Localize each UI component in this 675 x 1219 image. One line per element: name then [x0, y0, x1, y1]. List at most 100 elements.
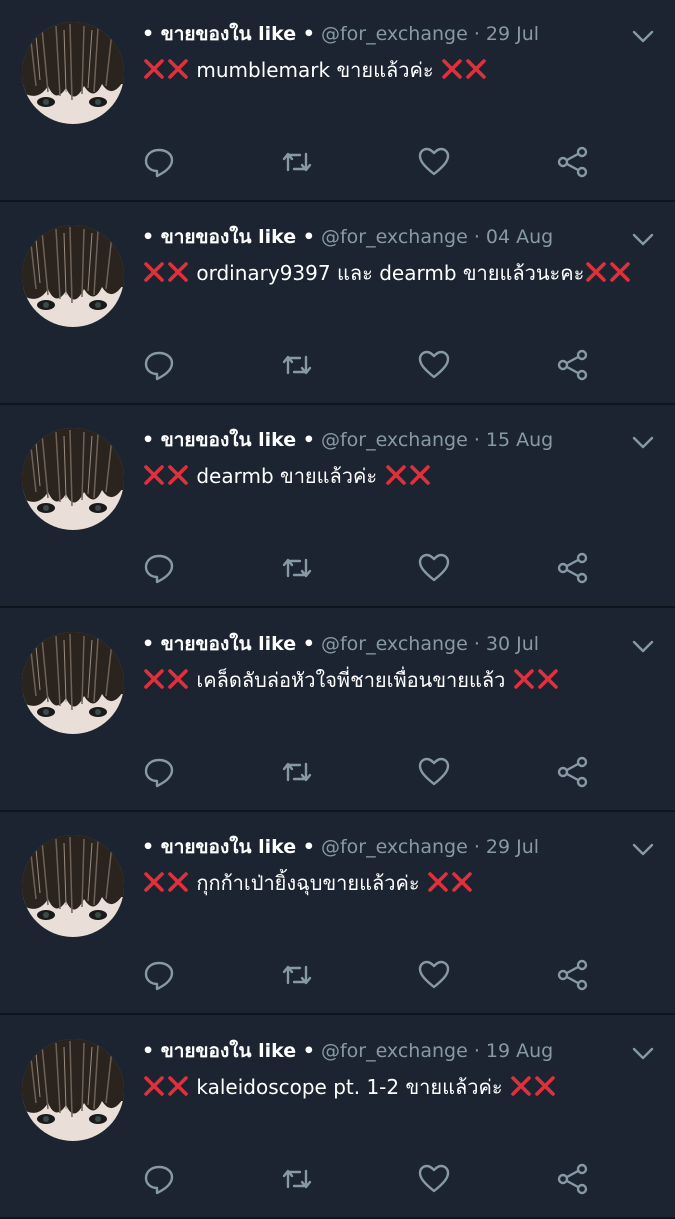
tweet-4[interactable]: • ขายของใน like • @for_exchange · 30 Jul… [0, 610, 675, 812]
red-x-icon [144, 872, 164, 892]
red-x-icons-trailing [426, 867, 474, 899]
tweet-2[interactable]: • ขายของใน like • @for_exchange · 04 Aug… [0, 203, 675, 405]
red-x-icon [409, 465, 430, 485]
like-icon[interactable] [416, 550, 452, 586]
red-x-icons-leading [142, 257, 190, 289]
retweet-icon[interactable] [279, 754, 315, 790]
avatar[interactable] [22, 428, 124, 530]
red-x-icon [466, 59, 486, 79]
share-icon[interactable] [555, 347, 591, 383]
avatar[interactable] [22, 1039, 124, 1141]
user-handle[interactable]: @for_exchange [321, 836, 468, 858]
tweet-date[interactable]: · 30 Jul [474, 633, 539, 655]
avatar-image [22, 22, 124, 124]
tweet-actions [0, 957, 675, 997]
display-name[interactable]: • ขายของใน like • [142, 1040, 315, 1062]
avatar[interactable] [22, 835, 124, 937]
tweet-date[interactable]: · 19 Aug [474, 1040, 553, 1062]
tweet-date[interactable]: · 29 Jul [474, 23, 539, 45]
tweet-text: mumblemark ขายแล้วค่ะ [142, 54, 488, 86]
retweet-icon[interactable] [279, 550, 315, 586]
share-icon[interactable] [555, 957, 591, 993]
red-x-icons-leading [142, 1071, 190, 1103]
display-name[interactable]: • ขายของใน like • [142, 226, 315, 248]
red-x-icon [168, 669, 188, 689]
share-icon[interactable] [555, 754, 591, 790]
user-handle[interactable]: @for_exchange [321, 226, 468, 248]
red-x-icon [144, 1076, 164, 1096]
avatar[interactable] [22, 632, 124, 734]
red-x-icon [535, 1076, 555, 1096]
user-handle[interactable]: @for_exchange [321, 1040, 468, 1062]
chevron-down-icon[interactable] [631, 840, 655, 860]
red-x-icons-leading [142, 460, 190, 492]
retweet-icon[interactable] [279, 144, 315, 180]
share-icon[interactable] [555, 550, 591, 586]
avatar-image [22, 835, 124, 937]
red-x-icon [168, 465, 188, 485]
avatar[interactable] [22, 22, 124, 124]
tweet-body: mumblemark ขายแล้วค่ะ [190, 58, 440, 82]
tweet-6[interactable]: • ขายของใน like • @for_exchange · 19 Aug… [0, 1017, 675, 1219]
reply-icon[interactable] [141, 550, 177, 586]
tweet-date[interactable]: · 29 Jul [474, 836, 539, 858]
tweet-text: กุกก้าเป่ายิ้งฉุบขายแล้วค่ะ [142, 867, 474, 899]
reply-icon[interactable] [141, 754, 177, 790]
tweet-text: เคล็ดลับล่อหัวใจพี่ชายเพื่อนขายแล้ว [142, 664, 560, 696]
tweet-5[interactable]: • ขายของใน like • @for_exchange · 29 Jul… [0, 813, 675, 1015]
chevron-down-icon[interactable] [631, 230, 655, 250]
display-name[interactable]: • ขายของใน like • [142, 23, 315, 45]
tweet-date[interactable]: · 15 Aug [474, 429, 553, 451]
tweet-header: • ขายของใน like • @for_exchange · 15 Aug [142, 426, 553, 454]
red-x-icons-trailing [440, 54, 488, 86]
reply-icon[interactable] [141, 957, 177, 993]
user-handle[interactable]: @for_exchange [321, 633, 468, 655]
tweet-header: • ขายของใน like • @for_exchange · 29 Jul [142, 20, 539, 48]
retweet-icon[interactable] [279, 957, 315, 993]
chevron-down-icon[interactable] [631, 1044, 655, 1064]
red-x-icon [168, 262, 188, 282]
tweet-actions [0, 347, 675, 387]
tweet-3[interactable]: • ขายของใน like • @for_exchange · 15 Aug… [0, 406, 675, 608]
reply-icon[interactable] [141, 144, 177, 180]
like-icon[interactable] [416, 754, 452, 790]
tweet-header: • ขายของใน like • @for_exchange · 19 Aug [142, 1037, 553, 1065]
like-icon[interactable] [416, 957, 452, 993]
red-x-icons-leading [142, 54, 190, 86]
like-icon[interactable] [416, 1161, 452, 1197]
red-x-icons-trailing [512, 664, 560, 696]
red-x-icon [511, 1076, 531, 1096]
reply-icon[interactable] [141, 1161, 177, 1197]
display-name[interactable]: • ขายของใน like • [142, 429, 315, 451]
red-x-icon [144, 669, 164, 689]
tweet-body: เคล็ดลับล่อหัวใจพี่ชายเพื่อนขายแล้ว [190, 668, 512, 692]
tweet-body: kaleidoscope pt. 1-2 ขายแล้วค่ะ [190, 1075, 509, 1099]
user-handle[interactable]: @for_exchange [321, 429, 468, 451]
display-name[interactable]: • ขายของใน like • [142, 633, 315, 655]
tweet-actions [0, 1161, 675, 1201]
avatar[interactable] [22, 225, 124, 327]
red-x-icons-trailing [384, 460, 432, 492]
like-icon[interactable] [416, 144, 452, 180]
red-x-icon [168, 59, 188, 79]
tweet-header: • ขายของใน like • @for_exchange · 29 Jul [142, 833, 539, 861]
chevron-down-icon[interactable] [631, 433, 655, 453]
reply-icon[interactable] [141, 347, 177, 383]
retweet-icon[interactable] [279, 347, 315, 383]
tweet-1[interactable]: • ขายของใน like • @for_exchange · 29 Jul… [0, 0, 675, 202]
timeline-feed: • ขายของใน like • @for_exchange · 29 Jul… [0, 0, 675, 1219]
share-icon[interactable] [555, 144, 591, 180]
chevron-down-icon[interactable] [631, 27, 655, 47]
avatar-image [22, 632, 124, 734]
chevron-down-icon[interactable] [631, 637, 655, 657]
share-icon[interactable] [555, 1161, 591, 1197]
tweet-date[interactable]: · 04 Aug [474, 226, 553, 248]
red-x-icon [144, 59, 164, 79]
red-x-icon [428, 872, 448, 892]
avatar-image [22, 1039, 124, 1141]
display-name[interactable]: • ขายของใน like • [142, 836, 315, 858]
user-handle[interactable]: @for_exchange [321, 23, 468, 45]
retweet-icon[interactable] [279, 1161, 315, 1197]
red-x-icon [537, 669, 558, 689]
like-icon[interactable] [416, 347, 452, 383]
